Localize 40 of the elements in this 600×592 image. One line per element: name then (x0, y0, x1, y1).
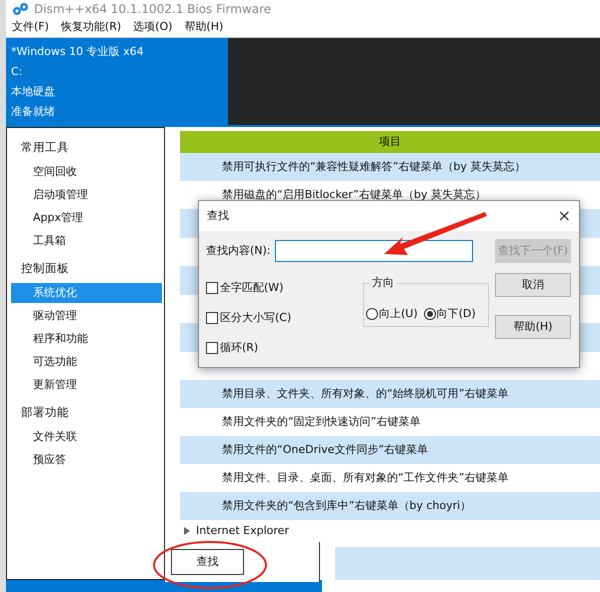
sidebar-item[interactable]: 空间回收 (11, 162, 162, 182)
dialog-button[interactable]: 帮助(H) (495, 315, 571, 339)
radio-label: 向下(D) (436, 306, 476, 322)
checkbox-label: 循环(R) (220, 340, 258, 356)
session-text: 本地硬盘 (11, 84, 56, 100)
checkbox-label: 全字匹配(W) (220, 280, 284, 296)
field-label: 查找内容(N): (206, 242, 271, 259)
sidebar-item[interactable]: 工具箱 (11, 231, 162, 251)
session-text: 准备就绪 (11, 104, 56, 120)
window-title: Dism++x64 10.1.1002.1 Bios Firmware (34, 1, 272, 18)
sidebar-item[interactable]: 可选功能 (11, 352, 162, 372)
table-row[interactable]: 禁用文件的“OneDrive文件同步”右键菜单 (180, 436, 600, 464)
session-text: *Windows 10 专业版 x64 (11, 44, 145, 60)
sidebar-item[interactable]: 预应答 (11, 450, 162, 470)
column-header: 项目 (180, 131, 600, 153)
session-text: C: (11, 64, 24, 80)
dialog-button[interactable]: 取消 (495, 273, 571, 297)
session-panel[interactable]: *Windows 10 专业版 x64 C: 本地硬盘 准备就绪 (6, 38, 228, 125)
dialog-title: 查找 (207, 208, 229, 224)
table-row[interactable]: 禁用目录、文件夹、所有对象、的“始终脱机可用”右键菜单 (180, 380, 600, 408)
sidebar-heading: 部署功能 (20, 404, 70, 421)
sidebar-item[interactable]: 程序和功能 (11, 329, 162, 349)
menu-item[interactable]: 恢复功能(R) (60, 19, 122, 36)
menu-item[interactable]: 帮助(H) (183, 19, 224, 36)
menu-item[interactable]: 文件(F) (11, 19, 50, 36)
menu-item[interactable]: 选项(O) (132, 19, 174, 36)
sidebar-item[interactable]: Appx管理 (11, 208, 162, 228)
find-button[interactable]: 查找 (171, 549, 244, 575)
sidebar-item[interactable]: 启动项管理 (11, 185, 162, 205)
sidebar-heading: 常用工具 (20, 139, 70, 156)
table-row[interactable]: 禁用可执行文件的“兼容性疑难解答”右键菜单（by 莫失莫忘） (180, 153, 600, 181)
group-label: Internet Explorer (196, 522, 289, 539)
table-row[interactable]: 禁用文件夹的“包含到库中”右键菜单（by choyri） (180, 492, 600, 520)
sidebar-item[interactable]: 文件关联 (11, 427, 162, 447)
close-button[interactable]: × (558, 208, 571, 224)
checkbox-label: 区分大小写(C) (220, 310, 292, 326)
sidebar-heading: 控制面板 (20, 260, 70, 277)
radio-label: 向上(U) (379, 306, 418, 322)
sidebar-item[interactable]: 更新管理 (11, 375, 162, 395)
sidebar-item[interactable]: 驱动管理 (11, 306, 162, 326)
